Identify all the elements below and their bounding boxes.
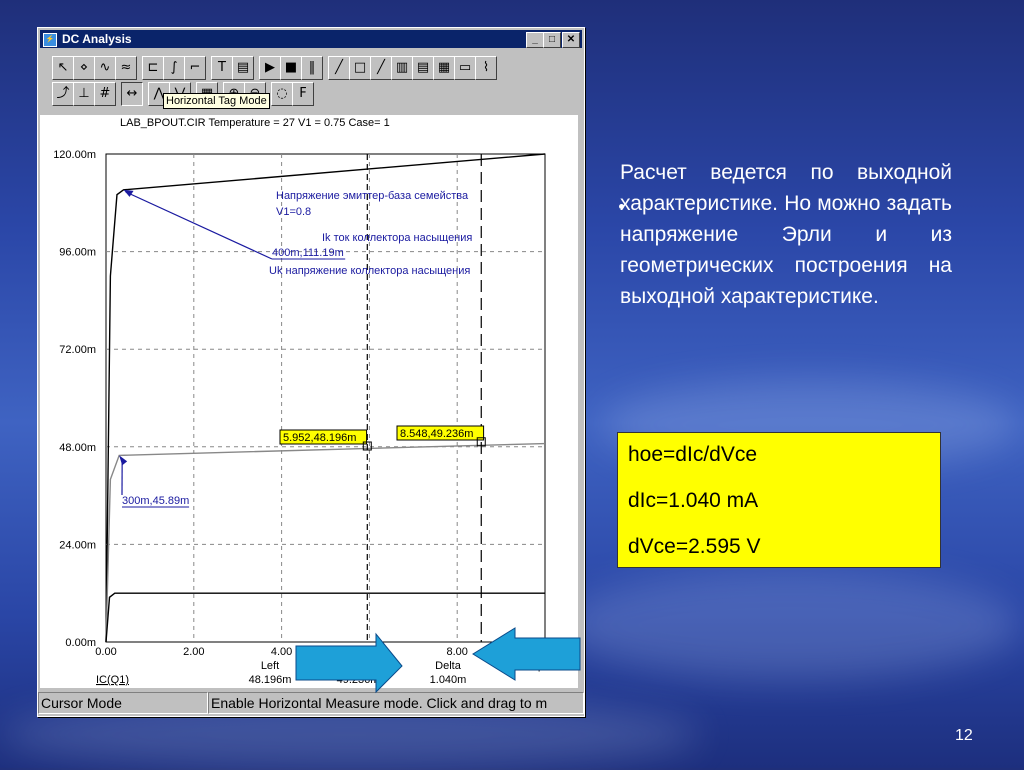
table-row-name: IC(Q1) [96,674,129,686]
y-tick-label: 120.00m [53,149,96,161]
properties-icon[interactable]: ▤ [232,56,254,80]
pointer-icon[interactable]: ↖ [52,56,74,80]
right-arrow-icon [296,634,402,692]
series-line [106,154,545,642]
grid2-icon[interactable]: ▤ [412,56,434,80]
left-cursor-tag: 5.952,48.196m [283,432,356,444]
diag-icon[interactable]: ╱ [370,56,392,80]
table-cell: 48.196m [249,674,292,686]
chart-svg[interactable]: LAB_BPOUT.CIR Temperature = 27 V1 = 0.75… [40,115,578,688]
annotation-text: Uk напряжение коллектора насыщения [269,265,470,277]
status-mode: Cursor Mode [38,692,208,714]
x-tick-label: 0.00 [95,646,116,658]
box-icon[interactable]: □ [349,56,371,80]
annotation-text: Напряжение эмиттер-база семейства [276,190,469,202]
formula-dic: dIc=1.040 mA [628,489,758,513]
close-button[interactable]: ✕ [562,32,580,48]
dc-analysis-window: ⚡ DC Analysis _ □ ✕ ↖⋄∿≈⊏∫⌐T▤▶■‖╱□╱▥▤▦▭⌇… [37,27,585,717]
wave2-icon[interactable]: ≈ [115,56,137,80]
measure-icon[interactable]: ⊏ [142,56,164,80]
maximize-button[interactable]: □ [543,32,561,48]
minimize-button[interactable]: _ [526,32,544,48]
formula-box: hoe=dIc/dVce dIc=1.040 mA dVce=2.595 V [617,432,941,568]
tool-c-icon[interactable]: # [94,82,116,106]
plot-frame [106,154,545,642]
formula-dvce: dVce=2.595 V [628,535,761,559]
app-icon: ⚡ [43,33,57,47]
annotation-value: 300m,45.89m [122,495,189,507]
title-bar: ⚡ DC Analysis _ □ ✕ [40,30,582,48]
curve-icon[interactable]: ∫ [163,56,185,80]
disabled-icon[interactable]: ◌ [271,82,293,106]
waveform-icon[interactable]: ∿ [94,56,116,80]
arrows-overlay [290,626,590,696]
tooltip: Horizontal Tag Mode [163,93,270,109]
tool-b-icon[interactable]: ⊥ [73,82,95,106]
table-cell: 5.952 [256,687,284,688]
formula-hoe: hoe=dIc/dVce [628,443,757,467]
tool-a-icon[interactable]: ⤴ [52,82,74,106]
y-tick-label: 0.00m [65,637,96,649]
plot-area[interactable]: LAB_BPOUT.CIR Temperature = 27 V1 = 0.75… [40,115,578,688]
grid4-icon[interactable]: ▭ [454,56,476,80]
tag-icon[interactable]: ⌐ [184,56,206,80]
right-cursor-tag: 8.548,49.236m [400,428,473,440]
series-line [106,444,545,642]
chart-title: LAB_BPOUT.CIR Temperature = 27 V1 = 0.75… [120,117,390,129]
text-icon[interactable]: T [211,56,233,80]
leader-line [126,192,272,259]
y-tick-label: 24.00m [59,539,96,551]
arrowhead-icon [119,455,127,465]
grid1-icon[interactable]: ▥ [391,56,413,80]
pause-icon[interactable]: ‖ [301,56,323,80]
annotation-value: 400m,111.19m [272,247,344,259]
arrowhead-icon [124,190,134,197]
annotation-text: Ik ток коллектора насыщения [322,232,472,244]
bullet-dot [619,204,624,209]
annotation-text: V1=0.8 [276,206,311,218]
table-header: Left [261,660,279,672]
stop-icon[interactable]: ■ [280,56,302,80]
explanation-text: Расчет ведется по выходной характеристик… [620,157,952,312]
play-icon[interactable]: ▶ [259,56,281,80]
horizontal-tag-icon[interactable]: ↔ [121,82,143,106]
chart-icon[interactable]: ⌇ [475,56,497,80]
font-icon[interactable]: F [292,82,314,106]
y-tick-label: 48.00m [59,442,96,454]
y-tick-label: 72.00m [59,344,96,356]
table-row-name: V(V2) [96,687,124,688]
grid3-icon[interactable]: ▦ [433,56,455,80]
y-tick-label: 96.00m [59,247,96,259]
window-title: DC Analysis [62,30,132,48]
left-arrow-icon [473,628,580,680]
x-tick-label: 2.00 [183,646,204,658]
background-cloud [560,570,1020,680]
node-icon[interactable]: ⋄ [73,56,95,80]
page-number: 12 [955,727,973,745]
line-icon[interactable]: ╱ [328,56,350,80]
